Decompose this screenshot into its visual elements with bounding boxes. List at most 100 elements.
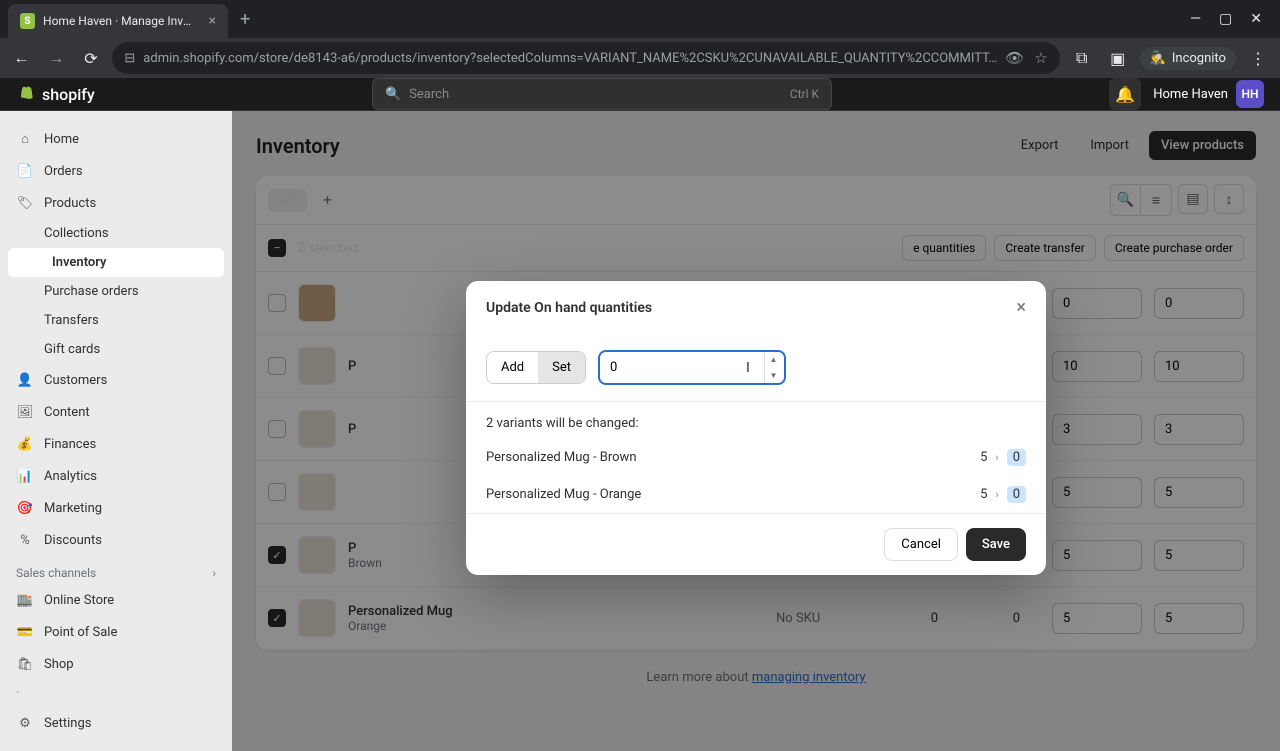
site-info-icon[interactable]: ⊟ (124, 51, 135, 66)
store-menu[interactable]: Home Haven HH (1153, 80, 1264, 108)
reload-button[interactable]: ⟳ (78, 44, 105, 72)
sidebar-item-finances[interactable]: 💰Finances (0, 428, 232, 460)
eye-off-icon[interactable]: 👁 (1005, 49, 1024, 67)
sidebar-item-purchase-orders[interactable]: Purchase orders (0, 277, 232, 306)
sidebar-item-discounts[interactable]: %Discounts (0, 524, 232, 556)
sidebar-item-settings[interactable]: ⚙Settings (0, 707, 232, 739)
variants-info: 2 variants will be changed: (466, 402, 1046, 439)
menu-icon[interactable]: ⋮ (1244, 44, 1272, 72)
tab-title: Home Haven · Manage Invento (43, 14, 197, 28)
analytics-icon: 📊 (16, 467, 34, 485)
header-right: 🔔 Home Haven HH (1109, 78, 1264, 110)
sidebar: ⌂Home 📄Orders 🏷Products Collections Inve… (0, 111, 232, 751)
shopify-app: shopify 🔍 Search Ctrl K 🔔 Home Haven HH … (0, 78, 1280, 720)
minimize-icon[interactable]: — (1190, 11, 1201, 27)
sidebar-item-collections[interactable]: Collections (0, 219, 232, 248)
sidebar-item-transfers[interactable]: Transfers (0, 306, 232, 335)
bookmark-icon[interactable]: ☆ (1034, 49, 1047, 67)
variant-change: 5 › 0 (980, 486, 1026, 503)
update-quantities-modal: Update On hand quantities × Add Set ▲ (466, 281, 1046, 575)
modal-backdrop[interactable]: Update On hand quantities × Add Set ▲ (232, 111, 1280, 751)
back-button[interactable]: ← (8, 44, 35, 72)
modal-footer: Cancel Save (466, 513, 1046, 575)
store-avatar: HH (1236, 80, 1264, 108)
app-body: ⌂Home 📄Orders 🏷Products Collections Inve… (0, 111, 1280, 751)
window-controls: — ▢ ✕ (1190, 11, 1272, 27)
sidebar-item-marketing[interactable]: 🎯Marketing (0, 492, 232, 524)
url-actions: 👁 ☆ (1005, 49, 1048, 67)
chevron-right-icon[interactable]: › (212, 566, 216, 580)
variant-name-label: Personalized Mug - Orange (486, 487, 980, 502)
search-placeholder: Search (409, 87, 449, 102)
discounts-icon: % (16, 531, 34, 549)
search-bar[interactable]: 🔍 Search Ctrl K (372, 78, 832, 110)
modal-header: Update On hand quantities × (466, 281, 1046, 334)
search-icon: 🔍 (385, 87, 401, 102)
url-bar[interactable]: ⊟ admin.shopify.com/store/de8143-a6/prod… (112, 42, 1059, 74)
variant-name-label: Personalized Mug - Brown (486, 450, 980, 465)
url-text: admin.shopify.com/store/de8143-a6/produc… (143, 51, 997, 66)
sidebar-item-online-store[interactable]: 🏬Online Store (0, 584, 232, 616)
orders-icon: 📄 (16, 162, 34, 180)
to-value: 0 (1007, 486, 1026, 503)
sidebar-item-products[interactable]: 🏷Products (0, 187, 232, 219)
save-button[interactable]: Save (966, 528, 1026, 561)
variant-row: Personalized Mug - Brown 5 › 0 (466, 439, 1046, 476)
set-mode-button[interactable]: Set (538, 352, 585, 383)
variant-row: Personalized Mug - Orange 5 › 0 (466, 476, 1046, 513)
shopify-logo[interactable]: shopify (16, 84, 95, 104)
cancel-button[interactable]: Cancel (884, 528, 958, 561)
nav-bar: ← → ⟳ ⊟ admin.shopify.com/store/de8143-a… (0, 38, 1280, 78)
new-tab-button[interactable]: + (228, 9, 262, 30)
modal-variants-list: Personalized Mug - Brown 5 › 0 Personali… (466, 439, 1046, 513)
arrow-icon: › (995, 488, 998, 501)
mode-toggle: Add Set (486, 351, 586, 384)
pos-icon: 💳 (16, 623, 34, 641)
incognito-badge[interactable]: 🕵 Incognito (1140, 47, 1236, 70)
close-icon[interactable]: × (1016, 297, 1026, 318)
browser-tab[interactable]: S Home Haven · Manage Invento × (8, 4, 228, 38)
arrow-icon: › (995, 451, 998, 464)
incognito-label: Incognito (1172, 51, 1226, 66)
content-icon: 🖼 (16, 403, 34, 421)
sidebar-divider-dot: · (0, 680, 232, 707)
spinner-down[interactable]: ▼ (765, 368, 782, 384)
sidebar-item-content[interactable]: 🖼Content (0, 396, 232, 428)
spinner-up[interactable]: ▲ (765, 352, 782, 368)
sidebar-item-orders[interactable]: 📄Orders (0, 155, 232, 187)
gear-icon: ⚙ (16, 714, 34, 732)
main-content: Inventory Export Import View products Al… (232, 111, 1280, 751)
shopify-favicon: S (20, 13, 35, 29)
sidebar-item-shop[interactable]: 🛍Shop (0, 648, 232, 680)
quantity-input[interactable] (598, 350, 786, 385)
sidebar-item-inventory[interactable]: Inventory (8, 248, 224, 277)
quantity-spinner: ▲ ▼ (764, 352, 782, 383)
sidebar-item-analytics[interactable]: 📊Analytics (0, 460, 232, 492)
search-kbd: Ctrl K (790, 87, 819, 101)
text-cursor: I (746, 360, 750, 376)
home-icon: ⌂ (16, 130, 34, 148)
close-window-icon[interactable]: ✕ (1250, 11, 1262, 27)
maximize-icon[interactable]: ▢ (1219, 11, 1232, 27)
add-mode-button[interactable]: Add (487, 352, 538, 383)
from-value: 5 (980, 487, 987, 502)
nav-right: ⧉ ▣ 🕵 Incognito ⋮ (1068, 44, 1272, 72)
sidebar-bottom: · ⚙Settings (0, 680, 232, 739)
sidebar-item-home[interactable]: ⌂Home (0, 123, 232, 155)
modal-body: Add Set ▲ ▼ I (466, 334, 1046, 401)
notifications-button[interactable]: 🔔 (1109, 78, 1141, 110)
forward-button[interactable]: → (43, 44, 70, 72)
extensions-icon[interactable]: ⧉ (1068, 44, 1096, 72)
bell-icon: 🔔 (1115, 85, 1135, 104)
close-icon[interactable]: × (209, 13, 216, 29)
to-value: 0 (1007, 449, 1026, 466)
tab-bar: S Home Haven · Manage Invento × + — ▢ ✕ (0, 0, 1280, 38)
from-value: 5 (980, 450, 987, 465)
shop-icon: 🛍 (16, 655, 34, 673)
incognito-icon: 🕵 (1150, 51, 1166, 66)
sidebar-item-customers[interactable]: 👤Customers (0, 364, 232, 396)
sidebar-item-gift-cards[interactable]: Gift cards (0, 335, 232, 364)
finances-icon: 💰 (16, 435, 34, 453)
sidebar-item-point-of-sale[interactable]: 💳Point of Sale (0, 616, 232, 648)
panel-icon[interactable]: ▣ (1104, 44, 1132, 72)
